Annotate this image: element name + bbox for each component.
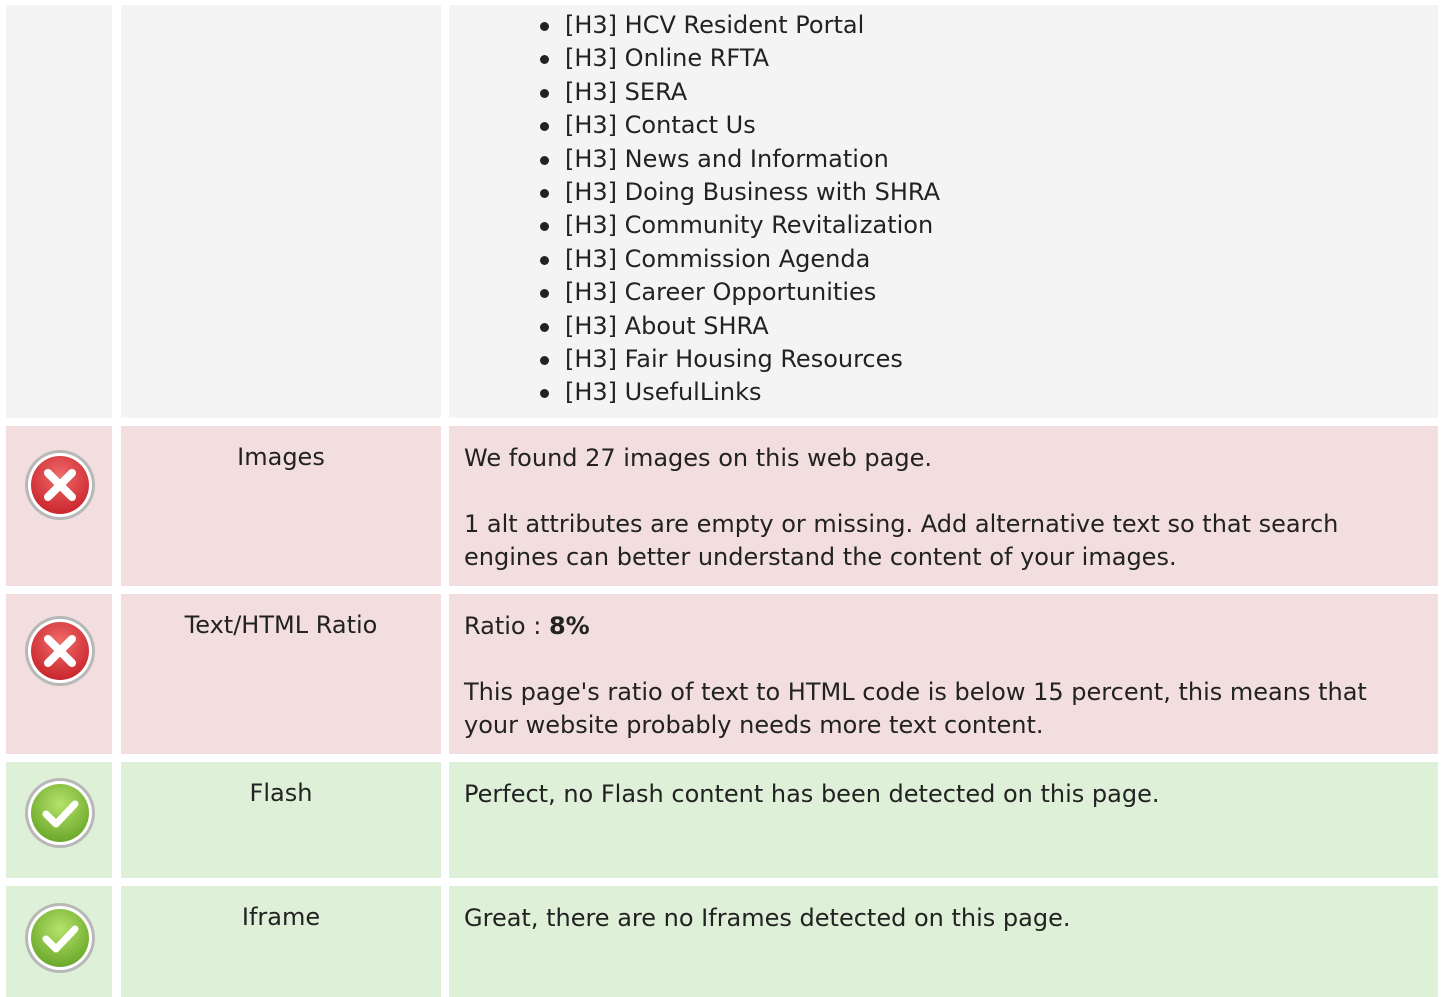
ratio-explanation: This page's ratio of text to HTML code i…	[464, 678, 1367, 739]
list-item: [H3] About SHRA	[537, 310, 940, 343]
images-alt-text: 1 alt attributes are empty or missing. A…	[464, 510, 1339, 571]
bullet	[540, 356, 549, 366]
flash-text: Perfect, no Flash content has been detec…	[464, 780, 1160, 808]
bullet	[540, 389, 549, 399]
bullet	[540, 22, 549, 31]
check-icon	[25, 778, 95, 848]
ratio-prefix: Ratio :	[464, 612, 549, 640]
list-item: [H3] SERA	[537, 76, 940, 109]
headings-desc-cell: [H3] HCV Resident Portal [H3] Online RFT…	[449, 5, 1438, 418]
flash-row: Flash Perfect, no Flash content has been…	[0, 762, 1446, 878]
list-item: [H3] Fair Housing Resources	[537, 343, 940, 376]
flash-desc-cell: Perfect, no Flash content has been detec…	[449, 762, 1438, 878]
list-item: [H3] Doing Business with SHRA	[537, 176, 940, 209]
ratio-label-cell: Text/HTML Ratio	[121, 594, 441, 754]
text-html-ratio-row: Text/HTML Ratio Ratio : 8% This page's r…	[0, 594, 1446, 754]
list-item: [H3] Commission Agenda	[537, 243, 940, 276]
error-icon	[25, 450, 95, 520]
flash-label-cell: Flash	[121, 762, 441, 878]
row-label: Images	[237, 443, 325, 471]
bullet	[540, 55, 549, 65]
list-item: [H3] News and Information	[537, 143, 940, 176]
bullet	[540, 255, 549, 265]
row-label: Text/HTML Ratio	[184, 611, 378, 639]
iframe-row: Iframe Great, there are no Iframes detec…	[0, 886, 1446, 997]
flash-icon-cell	[6, 762, 112, 878]
iframe-desc-cell: Great, there are no Iframes detected on …	[449, 886, 1438, 997]
iframe-text: Great, there are no Iframes detected on …	[464, 904, 1071, 932]
row-label: Iframe	[241, 903, 321, 931]
ratio-desc-cell: Ratio : 8% This page's ratio of text to …	[449, 594, 1438, 754]
bullet	[540, 122, 549, 132]
heading-list: [H3] HCV Resident Portal [H3] Online RFT…	[537, 9, 940, 410]
ratio-value: 8%	[548, 612, 590, 640]
bullet	[540, 189, 549, 199]
bullet	[540, 322, 549, 332]
bullet	[540, 222, 549, 232]
iframe-icon-cell	[6, 886, 112, 997]
bullet	[540, 88, 549, 98]
list-item: [H3] Contact Us	[537, 109, 940, 142]
images-icon-cell	[6, 426, 112, 586]
images-count-text: We found 27 images on this web page.	[464, 444, 932, 472]
list-item: [H3] Community Revitalization	[537, 209, 940, 242]
headings-label-cell	[121, 5, 441, 418]
headings-icon-cell	[6, 5, 112, 418]
ratio-line: Ratio : 8%	[464, 610, 1418, 643]
list-item: [H3] Career Opportunities	[537, 276, 940, 309]
list-item: [H3] HCV Resident Portal	[537, 9, 940, 42]
row-label: Flash	[249, 779, 313, 807]
error-icon	[25, 616, 95, 686]
list-item: [H3] Online RFTA	[537, 42, 940, 75]
bullet	[540, 289, 549, 299]
headings-row: [H3] HCV Resident Portal [H3] Online RFT…	[0, 5, 1446, 418]
iframe-label-cell: Iframe	[121, 886, 441, 997]
images-row: Images We found 27 images on this web pa…	[0, 426, 1446, 586]
bullet	[540, 155, 549, 165]
seo-report-page: [H3] HCV Resident Portal [H3] Online RFT…	[0, 0, 1446, 997]
ratio-icon-cell	[6, 594, 112, 754]
images-label-cell: Images	[121, 426, 441, 586]
check-icon	[25, 903, 95, 973]
images-desc-cell: We found 27 images on this web page. 1 a…	[449, 426, 1438, 586]
list-item: [H3] UsefulLinks	[537, 376, 940, 409]
